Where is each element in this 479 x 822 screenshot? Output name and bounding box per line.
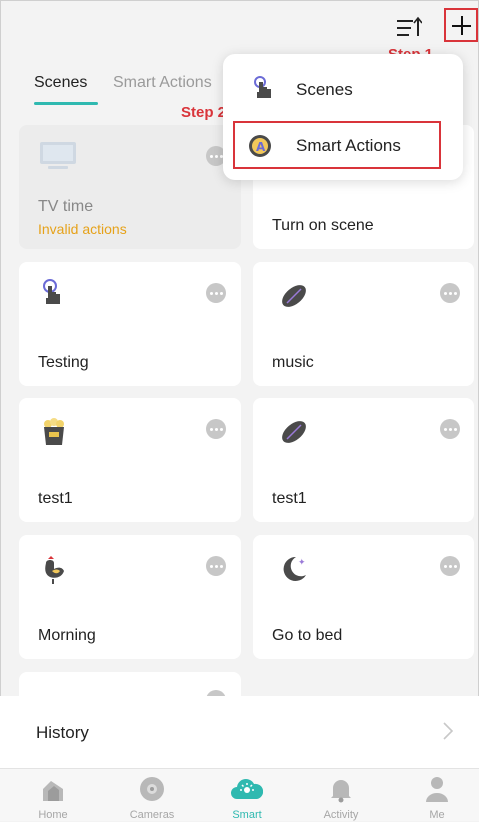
tv-icon	[40, 142, 76, 169]
tab-scenes[interactable]: Scenes	[34, 74, 87, 92]
scene-status: Invalid actions	[38, 221, 127, 237]
scene-title: test1	[38, 490, 73, 507]
menu-item-scenes[interactable]: Scenes	[223, 65, 463, 115]
nav-activity[interactable]: Activity	[301, 769, 381, 822]
nav-home[interactable]: Home	[13, 769, 93, 822]
nav-cameras[interactable]: Cameras	[112, 769, 192, 822]
home-icon	[43, 781, 63, 801]
scene-title: Turn on scene	[272, 217, 374, 234]
more-options-button[interactable]	[206, 419, 226, 439]
step2-annotation: Step 2	[181, 104, 227, 121]
scene-card-music[interactable]: music	[253, 262, 474, 386]
nav-label: Home	[38, 809, 68, 821]
svg-text:✦: ✦	[298, 558, 306, 568]
bottom-navigation: Home Cameras Smart Activity Me	[0, 768, 479, 821]
bell-icon	[331, 780, 351, 803]
more-options-button[interactable]	[440, 419, 460, 439]
scene-card-go-to-bed[interactable]: ✦ Go to bed	[253, 535, 474, 659]
tab-smart-actions[interactable]: Smart Actions	[113, 74, 212, 92]
nav-me[interactable]: Me	[397, 769, 477, 822]
more-options-button[interactable]	[206, 556, 226, 576]
rooster-icon	[45, 556, 64, 584]
nav-label: Cameras	[129, 809, 175, 821]
touch-hand-icon	[254, 76, 271, 98]
popcorn-icon	[44, 418, 64, 445]
scene-title: TV time	[38, 198, 94, 215]
sort-icon[interactable]	[396, 16, 422, 40]
scene-title: Morning	[38, 627, 96, 644]
scene-card-morning[interactable]: Morning	[19, 535, 241, 659]
add-button[interactable]	[444, 8, 478, 42]
history-row[interactable]: History	[0, 696, 479, 768]
football-icon	[282, 285, 306, 307]
history-label: History	[36, 723, 89, 742]
scene-card-testing[interactable]: Testing	[19, 262, 241, 386]
more-options-button[interactable]	[440, 556, 460, 576]
nav-label: Smart	[232, 809, 262, 821]
nav-label: Me	[429, 809, 445, 821]
step2-highlight-box	[233, 121, 441, 169]
scene-title: Go to bed	[272, 627, 343, 644]
more-options-button[interactable]	[440, 283, 460, 303]
scene-title: Testing	[38, 354, 89, 371]
smart-icon	[231, 779, 263, 799]
camera-icon	[140, 777, 164, 801]
scene-card-test1-b[interactable]: test1	[253, 398, 474, 522]
touch-hand-icon	[43, 279, 60, 304]
nav-label: Activity	[323, 809, 359, 821]
more-options-button[interactable]	[206, 283, 226, 303]
scene-title: music	[272, 354, 314, 371]
football-icon	[282, 421, 306, 443]
tab-active-indicator	[34, 102, 98, 105]
person-icon	[426, 777, 448, 802]
scene-card-tv-time[interactable]: TV time Invalid actions	[19, 125, 241, 249]
scene-card-test1[interactable]: test1	[19, 398, 241, 522]
nav-smart[interactable]: Smart	[207, 769, 287, 822]
moon-icon: ✦	[283, 556, 306, 581]
menu-item-label: Scenes	[296, 80, 353, 99]
chevron-right-icon	[443, 722, 454, 740]
scene-title: test1	[272, 490, 307, 507]
